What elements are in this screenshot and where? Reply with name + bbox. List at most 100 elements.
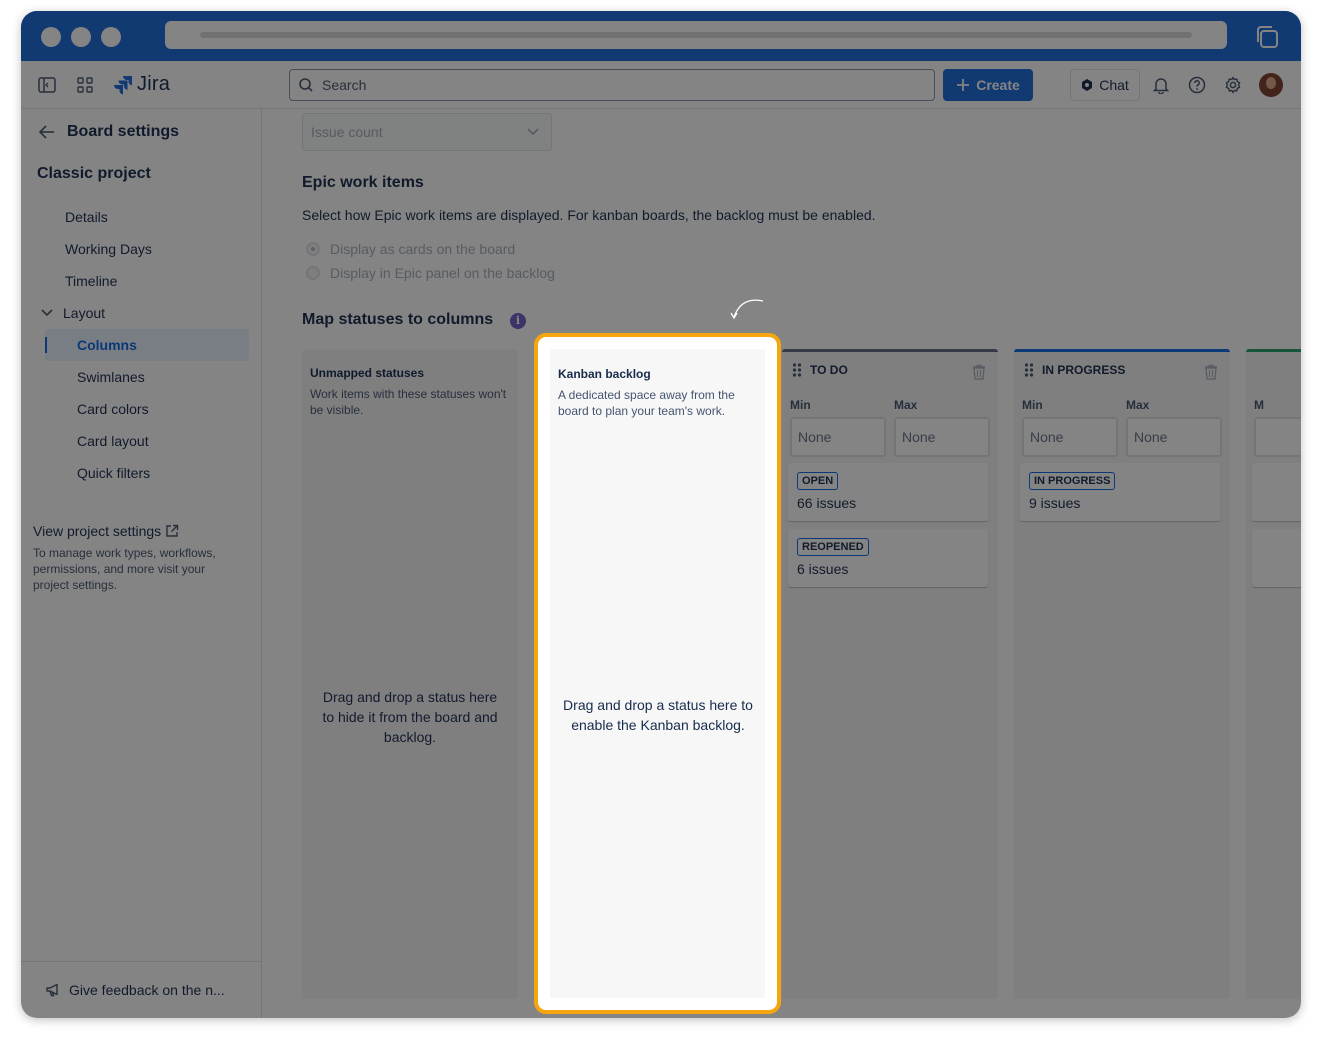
sidebar-item-card-colors[interactable]: Card colors: [77, 401, 149, 417]
status-lozenge: OPEN: [797, 472, 839, 490]
back-to-board-link[interactable]: Board settings: [39, 123, 179, 141]
jira-logo[interactable]: Jira: [113, 73, 170, 96]
kanban-backlog-highlight[interactable]: Kanban backlog A dedicated space away fr…: [534, 333, 781, 1014]
browser-window: Jira Search Create Chat Board settings C…: [21, 11, 1301, 1018]
sidebar-item-card-layout[interactable]: Card layout: [77, 433, 149, 449]
column-color-bar: [1246, 349, 1301, 352]
sidebar-item-columns[interactable]: Columns: [45, 329, 249, 361]
create-button[interactable]: Create: [943, 69, 1033, 101]
status-card[interactable]: [1252, 529, 1301, 587]
user-avatar[interactable]: [1259, 73, 1283, 97]
epic-section-title: Epic work items: [302, 174, 424, 191]
curved-arrow-icon: [730, 299, 764, 320]
column-header[interactable]: IN PROGRESS: [1024, 363, 1125, 377]
board-settings-sidebar: Board settings Classic project Details W…: [21, 109, 262, 1018]
select-value: Issue count: [311, 124, 383, 140]
min-input[interactable]: None: [1022, 417, 1118, 457]
max-input[interactable]: None: [1126, 417, 1222, 457]
issue-count: 9 issues: [1029, 495, 1081, 511]
unmapped-statuses-column: Unmapped statuses Work items with these …: [302, 349, 518, 999]
column-name: IN PROGRESS: [1042, 363, 1126, 377]
column-done-partial[interactable]: M: [1246, 349, 1301, 999]
external-link-icon: [166, 524, 179, 537]
min-label: Min: [1022, 398, 1043, 412]
top-navigation: Jira Search Create Chat: [21, 61, 1301, 109]
column-name: TO DO: [810, 363, 848, 377]
radio-display-epic-panel[interactable]: Display in Epic panel on the backlog: [306, 265, 555, 281]
search-input[interactable]: Search: [289, 69, 935, 101]
columns-settings-content: Issue count Epic work items Select how E…: [262, 109, 1301, 1018]
tabs-copy-icon[interactable]: [1254, 24, 1280, 50]
drag-handle-icon[interactable]: [792, 363, 802, 377]
column-title: Unmapped statuses: [310, 366, 425, 380]
sidebar-item-label: Layout: [63, 305, 106, 321]
column-description: Work items with these statuses won't be …: [310, 387, 507, 417]
window-maximize-dot[interactable]: [101, 27, 121, 47]
radio-label: Display in Epic panel on the backlog: [330, 265, 555, 281]
max-label: Max: [894, 398, 918, 412]
give-feedback-label: Give feedback on the n...: [69, 982, 225, 998]
sidebar-item-layout[interactable]: Layout: [41, 305, 105, 321]
sidebar-item-swimlanes[interactable]: Swimlanes: [77, 369, 145, 385]
project-name: Classic project: [37, 165, 151, 182]
megaphone-icon: [46, 983, 58, 997]
arrow-left-icon: [39, 125, 54, 139]
drag-handle-icon[interactable]: [1024, 363, 1034, 377]
column-to-do[interactable]: TO DO Min Max None None OPEN 66 issues R…: [782, 349, 998, 999]
search-icon: [299, 78, 313, 92]
max-input[interactable]: None: [894, 417, 990, 457]
app-switcher-icon[interactable]: [75, 75, 95, 95]
address-placeholder-line: [200, 32, 1192, 38]
drop-hint: Drag and drop a status here to hide it f…: [322, 689, 498, 745]
kanban-backlog-description: A dedicated space away from the board to…: [558, 388, 735, 418]
min-label-partial: M: [1254, 398, 1264, 412]
issue-count: 66 issues: [797, 495, 857, 511]
rovo-chat-icon: [1082, 79, 1093, 91]
kanban-backlog-dropzone[interactable]: Kanban backlog A dedicated space away fr…: [550, 349, 765, 998]
kanban-backlog-title: Kanban backlog: [558, 367, 651, 381]
sidebar-item-working-days[interactable]: Working Days: [65, 241, 152, 257]
max-label: Max: [1126, 398, 1150, 412]
column-constraint-select[interactable]: Issue count: [302, 113, 552, 151]
give-feedback-button[interactable]: Give feedback on the n...: [21, 961, 261, 1018]
column-color-bar: [782, 349, 998, 352]
radio-display-cards[interactable]: Display as cards on the board: [306, 241, 515, 257]
sidebar-toggle-icon[interactable]: [37, 75, 57, 95]
status-card-reopened[interactable]: REOPENED 6 issues: [788, 529, 988, 587]
radio-label: Display as cards on the board: [330, 241, 516, 257]
min-input[interactable]: [1254, 417, 1301, 457]
chat-button[interactable]: Chat: [1070, 69, 1140, 101]
search-placeholder: Search: [322, 77, 367, 93]
window-minimize-dot[interactable]: [71, 27, 91, 47]
status-lozenge: REOPENED: [797, 538, 869, 556]
settings-gear-icon[interactable]: [1223, 75, 1243, 95]
sidebar-item-timeline[interactable]: Timeline: [65, 273, 117, 289]
project-settings-description: To manage work types, workflows, permiss…: [33, 546, 216, 592]
status-card-in-progress[interactable]: IN PROGRESS 9 issues: [1020, 463, 1220, 521]
status-card[interactable]: [1252, 463, 1301, 521]
trash-icon[interactable]: [972, 364, 986, 380]
epic-section-description: Select how Epic work items are displayed…: [302, 207, 876, 223]
column-header[interactable]: TO DO: [792, 363, 848, 377]
notifications-bell-icon[interactable]: [1151, 75, 1171, 95]
board-settings-title: Board settings: [67, 123, 180, 140]
plus-icon: [957, 79, 970, 91]
chevron-down-icon: [41, 309, 53, 317]
view-project-settings-link[interactable]: View project settings: [33, 523, 179, 539]
sidebar-item-details[interactable]: Details: [65, 209, 108, 225]
chat-label: Chat: [1099, 77, 1129, 93]
trash-icon[interactable]: [1204, 364, 1218, 380]
address-bar[interactable]: [165, 21, 1227, 49]
min-input[interactable]: None: [790, 417, 886, 457]
column-in-progress[interactable]: IN PROGRESS Min Max None None IN PROGRES…: [1014, 349, 1230, 999]
info-icon[interactable]: i: [510, 313, 526, 329]
help-icon[interactable]: [1187, 75, 1207, 95]
sidebar-item-quick-filters[interactable]: Quick filters: [77, 465, 150, 481]
window-close-dot[interactable]: [41, 27, 61, 47]
browser-chrome: [21, 11, 1301, 61]
radio-button-selected: [306, 242, 320, 256]
status-card-open[interactable]: OPEN 66 issues: [788, 463, 988, 521]
issue-count: 6 issues: [797, 561, 849, 577]
kanban-backlog-drop-hint: Drag and drop a status here to enable th…: [563, 697, 753, 733]
radio-button: [306, 266, 320, 280]
